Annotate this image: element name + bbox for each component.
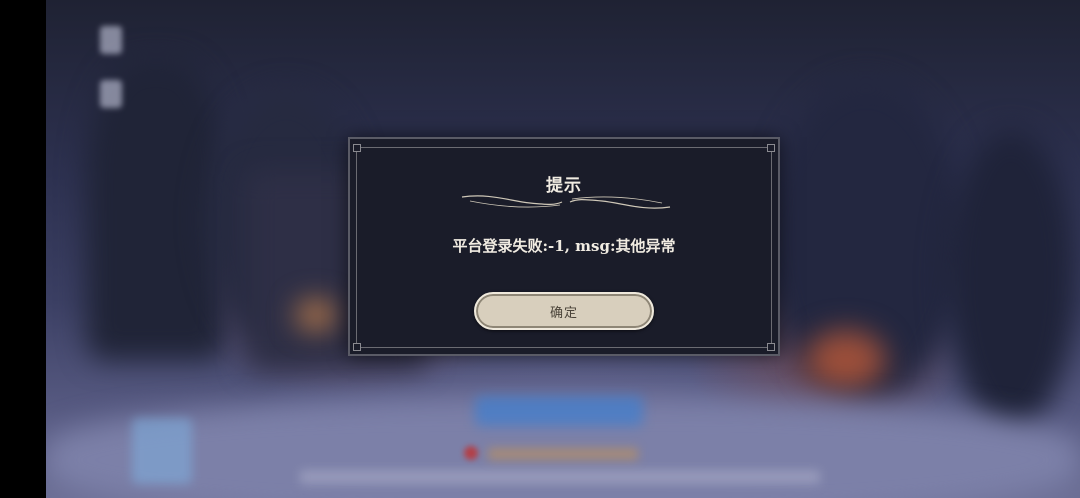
frame-corner-ornament [767, 343, 775, 351]
title-divider-ornament [461, 195, 671, 209]
blurred-side-icon [100, 80, 122, 108]
blurred-start-button [475, 396, 643, 426]
blurred-age-rating-badge [132, 418, 192, 484]
background-window-light [296, 300, 336, 330]
left-black-bar [0, 0, 46, 498]
blurred-agreement-text [488, 448, 638, 460]
confirm-button[interactable]: 确定 [474, 292, 654, 330]
blurred-checkbox [464, 446, 478, 460]
blurred-side-icon [100, 26, 122, 54]
game-screen: 提示 平台登录失败:-1, msg:其他异常 确定 [0, 0, 1080, 498]
blurred-footer-text [300, 470, 820, 484]
dialog-message: 平台登录失败:-1, msg:其他异常 [452, 237, 676, 255]
frame-corner-ornament [353, 343, 361, 351]
background-lights [806, 330, 886, 390]
alert-dialog: 提示 平台登录失败:-1, msg:其他异常 确定 [348, 137, 780, 356]
frame-corner-ornament [353, 144, 361, 152]
background-tree [946, 130, 1076, 430]
confirm-button-label: 确定 [549, 305, 578, 321]
frame-corner-ornament [767, 144, 775, 152]
